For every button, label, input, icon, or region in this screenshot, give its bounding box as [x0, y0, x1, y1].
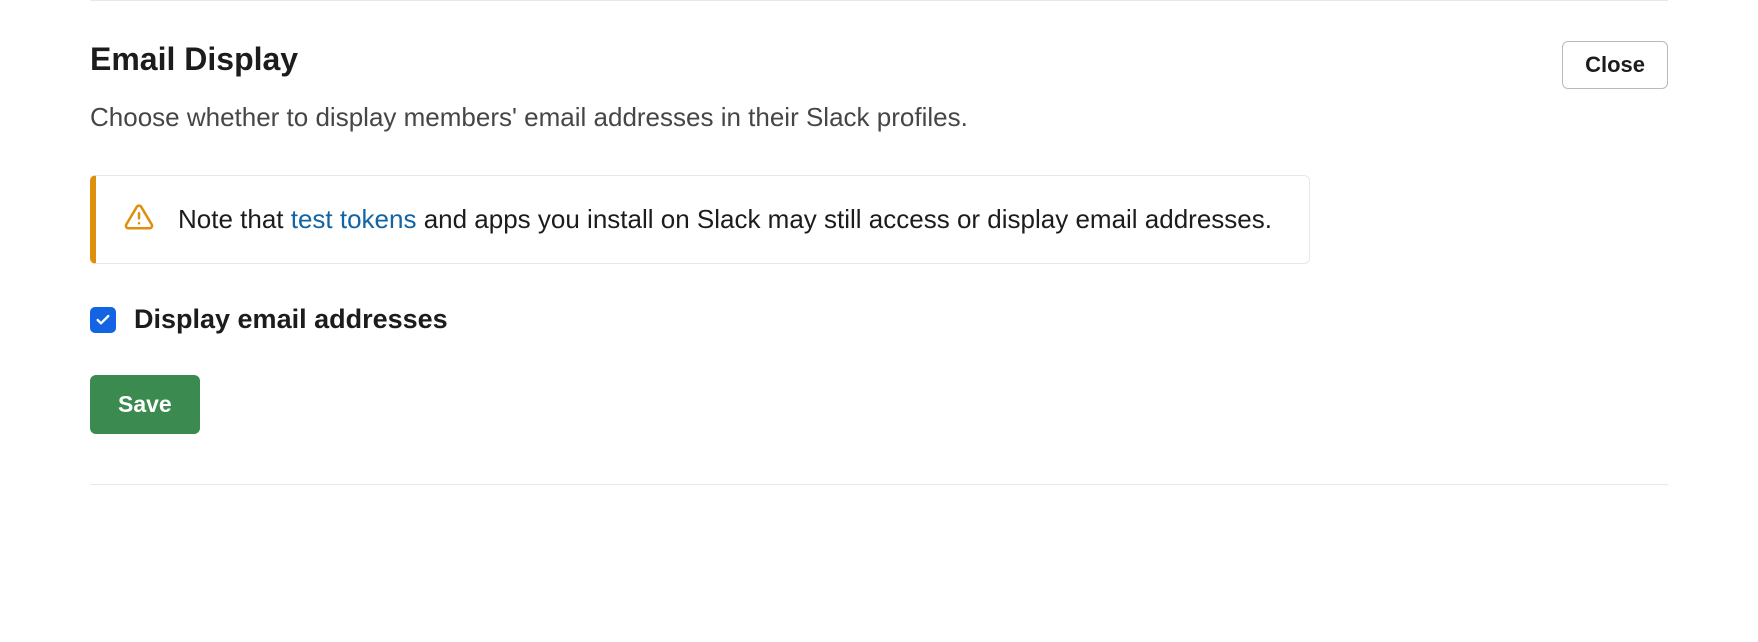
alert-text: Note that test tokens and apps you insta… — [178, 200, 1272, 239]
section-title: Email Display — [90, 41, 298, 78]
display-email-checkbox-row: Display email addresses — [90, 304, 1668, 335]
bottom-divider — [90, 484, 1668, 485]
alert-text-after: and apps you install on Slack may still … — [416, 204, 1272, 234]
save-button[interactable]: Save — [90, 375, 200, 434]
test-tokens-link[interactable]: test tokens — [291, 204, 417, 234]
alert-text-before: Note that — [178, 204, 291, 234]
top-divider — [90, 0, 1668, 1]
warning-icon — [124, 202, 154, 237]
warning-alert: Note that test tokens and apps you insta… — [90, 175, 1310, 264]
display-email-checkbox-label: Display email addresses — [134, 304, 448, 335]
display-email-checkbox[interactable] — [90, 307, 116, 333]
section-header: Email Display Close — [90, 41, 1668, 89]
section-description: Choose whether to display members' email… — [90, 99, 1668, 135]
close-button[interactable]: Close — [1562, 41, 1668, 89]
